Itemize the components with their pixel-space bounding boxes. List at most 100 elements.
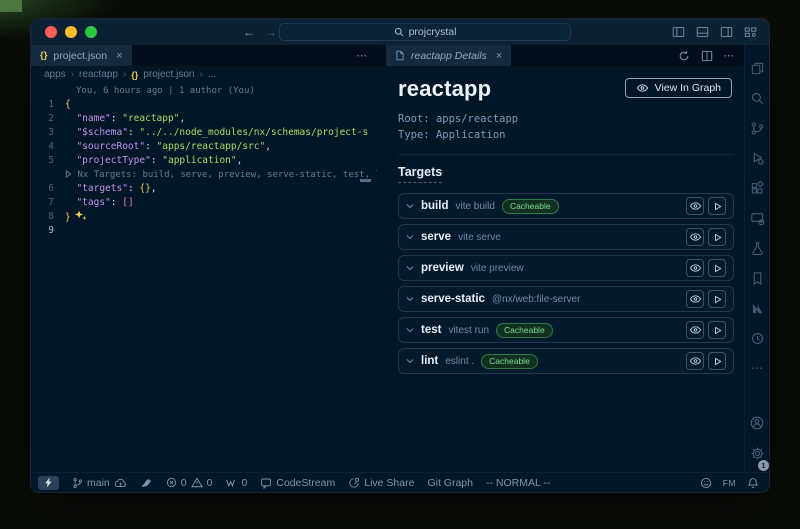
radio-counter-indicator[interactable]: 0 xyxy=(225,477,247,489)
tab-project-json[interactable]: {} project.json × xyxy=(31,45,132,66)
sparkle-icon[interactable] xyxy=(74,210,88,221)
chevron-down-icon[interactable] xyxy=(406,296,414,302)
split-editor-icon[interactable] xyxy=(701,50,713,62)
target-command: @nx/web:file-server xyxy=(492,294,581,305)
vim-mode-indicator[interactable]: -- NORMAL -- xyxy=(486,477,550,489)
command-center-search[interactable]: projcrystal xyxy=(279,23,571,41)
settings-gear-icon[interactable]: 1 xyxy=(749,438,765,468)
file-icon xyxy=(395,50,405,61)
explorer-icon[interactable] xyxy=(745,53,769,83)
inlay-hint-line[interactable]: Nx Targets: build, serve, preview, serve… xyxy=(31,168,377,182)
minimize-window-button[interactable] xyxy=(65,26,77,38)
token-key: "tags" xyxy=(76,197,110,208)
breadcrumb-item-reactapp[interactable]: reactapp xyxy=(79,69,118,80)
language-mode-indicator[interactable]: FM xyxy=(723,478,736,488)
view-target-button[interactable] xyxy=(686,321,704,339)
nx-lightning-button[interactable] xyxy=(38,476,59,490)
view-target-button[interactable] xyxy=(686,228,704,246)
chevron-down-icon[interactable] xyxy=(406,327,414,333)
view-target-button[interactable] xyxy=(686,290,704,308)
feedback-smiley-indicator[interactable] xyxy=(700,477,712,489)
line-number: 1 xyxy=(31,98,65,112)
run-target-button[interactable] xyxy=(708,228,726,246)
radio-count: 0 xyxy=(241,477,247,489)
view-target-button[interactable] xyxy=(686,259,704,277)
code-line[interactable]: 3 "$schema": "../../node_modules/nx/sche… xyxy=(31,126,377,140)
token-brace: } xyxy=(65,212,71,223)
testing-flask-icon[interactable] xyxy=(745,233,769,263)
target-name: test xyxy=(421,324,441,336)
json-symbol-icon: {} xyxy=(131,70,138,80)
close-tab-icon[interactable]: × xyxy=(116,50,122,62)
target-row-build[interactable]: buildvite buildCacheable xyxy=(398,193,734,219)
run-debug-icon[interactable] xyxy=(745,143,769,173)
run-target-button[interactable] xyxy=(708,321,726,339)
more-views-icon[interactable]: ⋯ xyxy=(745,353,769,383)
codestream-indicator[interactable]: CodeStream xyxy=(260,477,335,489)
accounts-icon[interactable] xyxy=(749,408,765,438)
breadcrumb-item-file[interactable]: project.json xyxy=(143,69,194,80)
remote-explorer-icon[interactable] xyxy=(745,203,769,233)
target-row-serve[interactable]: servevite serve xyxy=(398,224,734,250)
back-arrow-icon[interactable]: ← xyxy=(243,25,255,39)
code-line[interactable]: 9 xyxy=(31,224,377,238)
git-graph-indicator[interactable]: Git Graph xyxy=(427,477,473,489)
chevron-down-icon[interactable] xyxy=(406,203,414,209)
customize-layout-icon[interactable] xyxy=(744,26,757,38)
refresh-icon[interactable] xyxy=(678,50,690,62)
extension-bird-indicator[interactable] xyxy=(140,477,153,489)
run-targets-hint-icon[interactable] xyxy=(65,170,72,178)
target-row-serve-static[interactable]: serve-static@nx/web:file-server xyxy=(398,286,734,312)
notifications-indicator[interactable] xyxy=(747,477,759,489)
run-target-button[interactable] xyxy=(708,290,726,308)
run-target-button[interactable] xyxy=(708,352,726,370)
target-row-lint[interactable]: linteslint .Cacheable xyxy=(398,348,734,374)
problems-indicator[interactable]: 0 0 xyxy=(166,477,213,489)
close-tab-icon[interactable]: × xyxy=(496,50,502,62)
line-number: 4 xyxy=(31,140,65,154)
code-line[interactable]: 4 "sourceRoot": "apps/reactapp/src", xyxy=(31,140,377,154)
target-actions xyxy=(686,352,726,370)
tab-reactapp-details[interactable]: reactapp Details × xyxy=(386,45,511,66)
close-window-button[interactable] xyxy=(45,26,57,38)
view-target-button[interactable] xyxy=(686,352,704,370)
code-line[interactable]: 8} xyxy=(31,210,377,224)
run-target-button[interactable] xyxy=(708,197,726,215)
target-row-test[interactable]: testvitest runCacheable xyxy=(398,317,734,343)
forward-arrow-icon[interactable]: → xyxy=(265,25,277,39)
code-editor[interactable]: You, 6 hours ago | 1 author (You) 1{2 "n… xyxy=(31,83,377,472)
toggle-secondary-sidebar-icon[interactable] xyxy=(720,26,733,38)
search-icon[interactable] xyxy=(745,83,769,113)
project-root: Root: apps/reactapp xyxy=(398,111,734,127)
code-line[interactable]: 2 "name": "reactapp", xyxy=(31,112,377,126)
workbench: {} project.json × ⋯ apps › reactapp › {}… xyxy=(31,45,769,472)
code-line[interactable]: 6 "targets": {}, xyxy=(31,182,377,196)
code-line[interactable]: 1{ xyxy=(31,98,377,112)
token-punct: : xyxy=(128,127,139,138)
breadcrumb-item-symbol[interactable]: ... xyxy=(208,69,216,80)
token-punct: : xyxy=(128,183,139,194)
toggle-primary-sidebar-icon[interactable] xyxy=(672,26,685,38)
nx-console-icon[interactable] xyxy=(745,293,769,323)
view-in-graph-button[interactable]: View In Graph xyxy=(625,78,732,98)
breadcrumb-item-apps[interactable]: apps xyxy=(44,69,66,80)
chevron-down-icon[interactable] xyxy=(406,265,414,271)
target-row-preview[interactable]: previewvite preview xyxy=(398,255,734,281)
bookmarks-icon[interactable] xyxy=(745,263,769,293)
history-clock-icon[interactable] xyxy=(745,323,769,353)
toggle-panel-icon[interactable] xyxy=(696,26,709,38)
view-target-button[interactable] xyxy=(686,197,704,215)
git-branch-indicator[interactable]: main xyxy=(72,477,127,489)
live-share-indicator[interactable]: Live Share xyxy=(348,477,414,489)
run-target-button[interactable] xyxy=(708,259,726,277)
more-actions-button[interactable]: ⋯ xyxy=(357,50,368,62)
code-line[interactable]: 5 "projectType": "application", xyxy=(31,154,377,168)
extensions-icon[interactable] xyxy=(745,173,769,203)
codelens-authors[interactable]: You, 6 hours ago | 1 author (You) xyxy=(31,85,377,98)
chevron-down-icon[interactable] xyxy=(406,234,414,240)
more-actions-button[interactable]: ⋯ xyxy=(724,50,735,62)
zoom-window-button[interactable] xyxy=(85,26,97,38)
chevron-down-icon[interactable] xyxy=(406,358,414,364)
code-line[interactable]: 7 "tags": [] xyxy=(31,196,377,210)
source-control-icon[interactable] xyxy=(745,113,769,143)
